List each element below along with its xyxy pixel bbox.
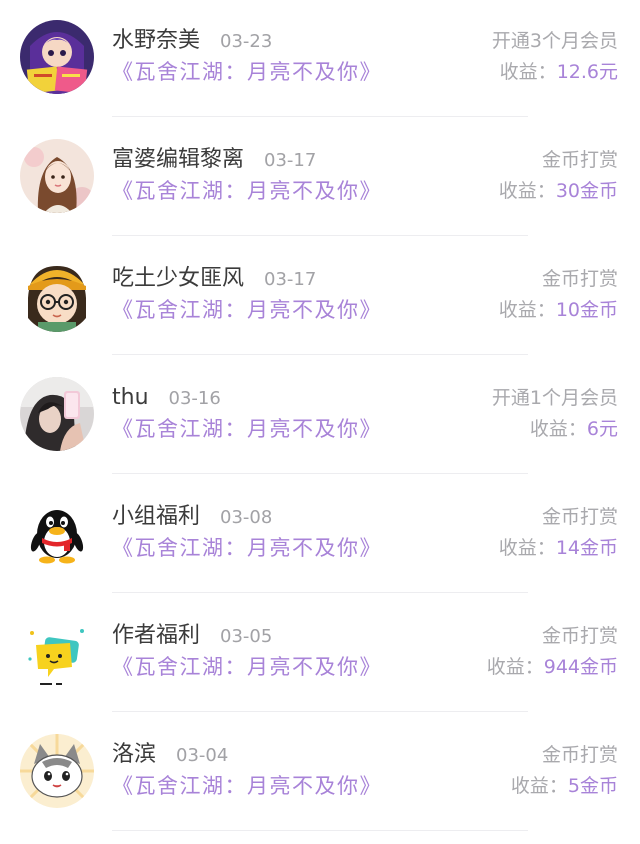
record-date: 03-05 (220, 626, 273, 647)
user-name: 水野奈美 (112, 28, 201, 53)
income-label: 收益： (510, 775, 568, 797)
user-name: 洛滨 (112, 742, 157, 767)
user-name: thu (112, 385, 149, 410)
divider (112, 354, 528, 355)
income-label: 收益： (499, 61, 557, 83)
income-value: 14金币 (555, 537, 618, 559)
reward-type: 金币打赏 (541, 744, 618, 766)
reward-type: 金币打赏 (541, 625, 618, 647)
name-line: 洛滨 03-04 (112, 740, 228, 771)
anime-girl-reading-avatar[interactable] (20, 20, 94, 94)
list-item[interactable]: 小组福利 03-08 《瓦舍江湖：月亮不及你》 金币打赏 收益：14金币 (0, 476, 640, 596)
record-date: 03-16 (168, 388, 221, 409)
name-line: thu 03-16 (112, 383, 221, 414)
user-name: 富婆编辑黎离 (112, 147, 245, 172)
income-value: 944金币 (543, 656, 618, 678)
divider (112, 116, 528, 117)
reward-type: 开通1个月会员 (491, 387, 618, 409)
income-label: 收益： (498, 537, 556, 559)
yellow-chat-bubble-avatar[interactable] (20, 615, 94, 689)
cartoon-girl-glasses-avatar[interactable] (20, 258, 94, 332)
record-date: 03-08 (220, 507, 273, 528)
reward-record-list: 水野奈美03-23 《瓦舍江湖：月亮不及你》 开通3个月会员 收益：12.6元 (0, 0, 640, 844)
reward-type: 金币打赏 (541, 506, 618, 528)
income-value: 5金币 (567, 775, 618, 797)
list-item[interactable]: 富婆编辑黎离 03-17 《瓦舍江湖：月亮不及你》 金币打赏 收益：30金币 (0, 119, 640, 239)
book-title[interactable]: 《瓦舍江湖：月亮不及你》 (112, 533, 382, 563)
cartoon-cat-avatar[interactable] (20, 734, 94, 808)
list-item[interactable]: 吃土少女匪风 03-17 《瓦舍江湖：月亮不及你》 金币打赏 收益：10金币 (0, 238, 640, 358)
divider (112, 711, 528, 712)
penguin-avatar[interactable] (20, 496, 94, 570)
reward-type: 金币打赏 (541, 268, 618, 290)
income: 收益：30金币 (499, 176, 618, 207)
income: 收益：14金币 (499, 533, 618, 564)
user-name: 小组福利 (112, 504, 201, 529)
book-title[interactable]: 《瓦舍江湖：月亮不及你》 (112, 295, 382, 325)
divider (112, 830, 528, 831)
record-date: 03-17 (264, 150, 317, 171)
income-value: 10金币 (555, 299, 618, 321)
income-value: 30金币 (555, 180, 618, 202)
income-value: 6元 (586, 418, 618, 440)
user-name: 作者福利 (112, 623, 201, 648)
book-title[interactable]: 《瓦舍江湖：月亮不及你》 (112, 652, 382, 682)
income: 收益：6元 (530, 414, 618, 445)
income: 收益：944金币 (487, 652, 618, 683)
income-label: 收益： (529, 418, 587, 440)
list-item[interactable]: thu 03-16 《瓦舍江湖：月亮不及你》 开通1个月会员 收益：6元 (0, 357, 640, 477)
list-item[interactable]: 水野奈美 03-23 《瓦舍江湖：月亮不及你》 开通3个月会员 收益：12.6元 (0, 0, 640, 120)
divider (112, 473, 528, 474)
name-line: 水野奈美 03-23 (112, 26, 272, 57)
book-title[interactable]: 《瓦舍江湖：月亮不及你》 (112, 176, 382, 206)
income-value: 12.6元 (556, 61, 618, 83)
book-title[interactable]: 《瓦舍江湖：月亮不及你》 (112, 414, 382, 444)
book-title[interactable]: 《瓦舍江湖：月亮不及你》 (112, 57, 382, 87)
reward-type: 金币打赏 (541, 149, 618, 171)
name-line: 作者福利 03-05 (112, 621, 272, 652)
divider (112, 235, 528, 236)
record-date: 03-17 (264, 269, 317, 290)
list-item[interactable]: 洛滨 03-04 《瓦舍江湖：月亮不及你》 金币打赏 收益：5金币 (0, 714, 640, 834)
divider (112, 592, 528, 593)
income-label: 收益： (486, 656, 544, 678)
record-date: 03-04 (176, 745, 229, 766)
name-line: 小组福利 03-08 (112, 502, 272, 533)
income: 收益：5金币 (511, 771, 618, 802)
illustrated-woman-avatar[interactable] (20, 139, 94, 213)
income-label: 收益： (498, 299, 556, 321)
user-name: 吃土少女匪风 (112, 266, 245, 291)
book-title[interactable]: 《瓦舍江湖：月亮不及你》 (112, 771, 382, 801)
reward-type: 开通3个月会员 (491, 30, 618, 52)
name-line: 富婆编辑黎离 03-17 (112, 145, 316, 176)
record-date: 03-23 (220, 31, 273, 52)
income: 收益：10金币 (499, 295, 618, 326)
name-line: 吃土少女匪风 03-17 (112, 264, 316, 295)
income: 收益：12.6元 (500, 57, 618, 88)
list-item[interactable]: 作者福利 03-05 《瓦舍江湖：月亮不及你》 金币打赏 收益：944金币 (0, 595, 640, 715)
income-label: 收益： (498, 180, 556, 202)
selfie-photo-avatar[interactable] (20, 377, 94, 451)
